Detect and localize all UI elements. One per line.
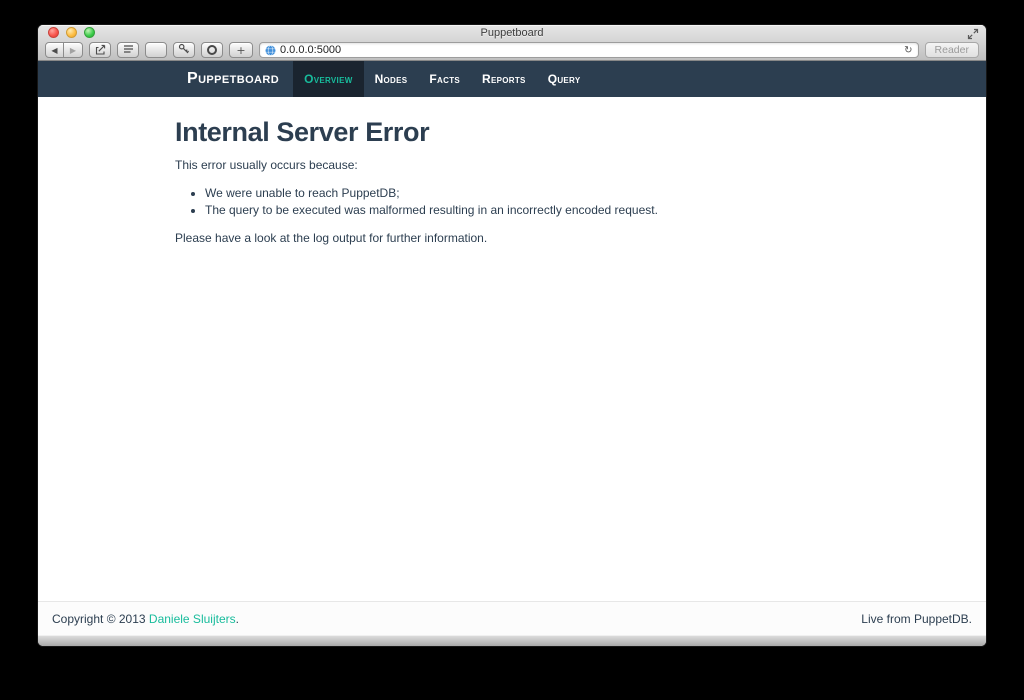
key-icon (178, 43, 190, 57)
back-icon: ◀ (51, 46, 57, 55)
error-outro: Please have a look at the log output for… (175, 231, 849, 245)
error-reason-item: We were unable to reach PuppetDB; (205, 186, 849, 200)
zoom-window-button[interactable] (84, 27, 95, 38)
circle-icon (207, 45, 217, 55)
back-button[interactable]: ◀ (45, 42, 64, 58)
forward-button[interactable]: ▶ (64, 42, 83, 58)
error-reason-item: The query to be executed was malformed r… (205, 203, 849, 217)
error-reasons-list: We were unable to reach PuppetDB; The que… (175, 186, 849, 217)
plus-icon: + (236, 44, 245, 57)
nav-item-overview: Overview (293, 61, 363, 97)
nav-item-facts: Facts (418, 61, 471, 97)
nav-link-query[interactable]: Query (537, 61, 592, 97)
page-title: Internal Server Error (175, 117, 849, 148)
nav-item-reports: Reports (471, 61, 537, 97)
forward-icon: ▶ (70, 46, 76, 55)
blank-toolbar-button[interactable] (145, 42, 167, 58)
history-nav: ◀ ▶ (45, 42, 83, 58)
navbar: Puppetboard OverviewNodesFactsReportsQue… (38, 61, 986, 97)
traffic-lights (48, 27, 95, 38)
nav-link-overview[interactable]: Overview (293, 61, 363, 97)
nav-item-nodes: Nodes (364, 61, 419, 97)
live-from-puppetdb-text: Live from PuppetDB. (861, 612, 972, 626)
author-link[interactable]: Daniele Sluijters (149, 612, 236, 626)
brand-link[interactable]: Puppetboard (175, 61, 293, 97)
close-window-button[interactable] (48, 27, 59, 38)
share-icon (94, 43, 107, 58)
url-text[interactable]: 0.0.0.0:5000 (280, 44, 900, 56)
new-tab-button[interactable]: + (229, 42, 253, 58)
extension-circle-button[interactable] (201, 42, 223, 58)
list-icon (122, 43, 135, 57)
fullscreen-icon[interactable] (967, 27, 979, 39)
url-field[interactable]: 0.0.0.0:5000 ↻ (259, 42, 919, 58)
globe-icon (265, 45, 276, 56)
minimize-window-button[interactable] (66, 27, 77, 38)
password-key-button[interactable] (173, 42, 195, 58)
nav-link-facts[interactable]: Facts (418, 61, 471, 97)
status-bar (38, 635, 986, 646)
copyright-text: Copyright © 2013 Daniele Sluijters. (52, 612, 239, 626)
navbar-items: OverviewNodesFactsReportsQuery (293, 61, 591, 97)
main-content: Internal Server Error This error usually… (38, 97, 986, 601)
nav-item-query: Query (537, 61, 592, 97)
nav-link-reports[interactable]: Reports (471, 61, 537, 97)
browser-toolbar: ◀ ▶ (38, 40, 986, 60)
copyright-suffix: . (236, 612, 239, 626)
window-title: Puppetboard (38, 25, 986, 41)
navbar-container: Puppetboard OverviewNodesFactsReportsQue… (175, 61, 849, 97)
error-intro: This error usually occurs because: (175, 158, 849, 172)
footer: Copyright © 2013 Daniele Sluijters. Live… (38, 601, 986, 635)
reader-button[interactable]: Reader (925, 42, 979, 58)
nav-link-nodes[interactable]: Nodes (364, 61, 419, 97)
browser-window: Puppetboard ◀ ▶ (38, 25, 986, 646)
titlebar[interactable]: Puppetboard (38, 25, 986, 40)
content-container: Internal Server Error This error usually… (175, 97, 849, 245)
browser-chrome: Puppetboard ◀ ▶ (38, 25, 986, 61)
reload-icon[interactable]: ↻ (904, 45, 912, 56)
share-button[interactable] (89, 42, 111, 58)
copyright-prefix: Copyright © 2013 (52, 612, 149, 626)
reading-list-button[interactable] (117, 42, 139, 58)
